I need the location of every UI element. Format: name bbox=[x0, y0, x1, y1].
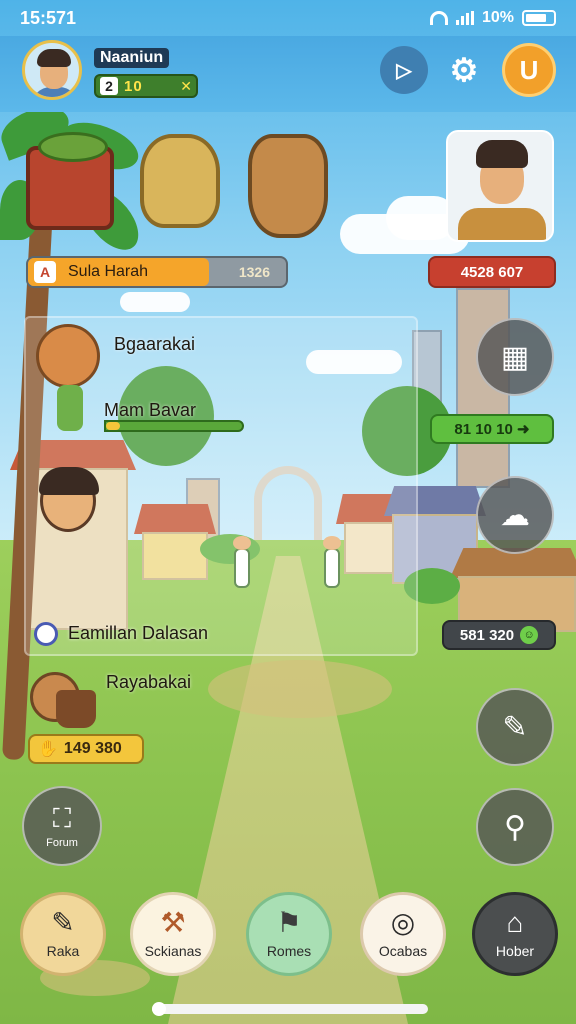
play-button[interactable]: ▷ bbox=[380, 46, 428, 94]
fox-character-icon[interactable] bbox=[36, 324, 100, 431]
home-indicator[interactable] bbox=[152, 1004, 428, 1014]
search-icon: ⚲ bbox=[504, 810, 526, 844]
profile-label: U bbox=[519, 54, 539, 85]
dark-resource-value: 581 320 bbox=[459, 626, 515, 644]
quest-label-bgaarakai: Bgaarakai bbox=[114, 334, 196, 354]
building-icon: ▦ bbox=[500, 340, 530, 374]
grain-sack-icon[interactable] bbox=[140, 134, 220, 228]
nav-hober[interactable]: ⌂ Hober bbox=[472, 892, 558, 976]
home-icon: ⌂ bbox=[506, 907, 524, 938]
level-pill: 2 10 ✕ bbox=[94, 74, 198, 98]
gold-value: 149 380 bbox=[63, 740, 122, 757]
cloud bbox=[120, 292, 190, 312]
chest-icon[interactable] bbox=[26, 132, 114, 230]
dark-resource-pill[interactable]: 581 320 ☺ bbox=[442, 620, 556, 650]
forum-button[interactable]: ⛶ Forum bbox=[22, 786, 102, 866]
status-time: 15:571 bbox=[20, 7, 77, 28]
red-currency-value: 4528 607 bbox=[460, 263, 524, 281]
forum-caption: Forum bbox=[46, 837, 78, 849]
footprint-button[interactable]: ✎ bbox=[476, 688, 554, 766]
nav-raka-label: Raka bbox=[46, 943, 80, 959]
nav-hober-label: Hober bbox=[495, 943, 535, 959]
settings-button[interactable]: ⚙ bbox=[440, 46, 488, 94]
nav-raka[interactable]: ✎ Raka bbox=[20, 892, 106, 976]
play-icon: ▷ bbox=[396, 59, 412, 82]
farm-progress-bar[interactable]: A Sula Harah 1326 bbox=[26, 256, 288, 288]
nav-ocabas-label: Ocabas bbox=[378, 943, 428, 959]
footprint-icon: ✎ bbox=[502, 710, 528, 744]
search-button[interactable]: ⚲ bbox=[476, 788, 554, 866]
status-icons: 10% bbox=[429, 9, 556, 27]
nav-sckianas-label: Sckianas bbox=[144, 943, 202, 959]
cloud-map-button[interactable]: ☁ bbox=[476, 476, 554, 554]
map-icon: ⛶ bbox=[52, 803, 72, 833]
bag-icon: ✋ bbox=[38, 741, 58, 758]
level-value: 10 bbox=[124, 77, 143, 95]
top-header: Naaniun 2 10 ✕ ▷ ⚙ U bbox=[0, 36, 576, 112]
mam-progress-bar bbox=[104, 420, 244, 432]
nav-ocabas[interactable]: ◎ Ocabas bbox=[360, 892, 446, 976]
green-resource-pill[interactable]: 81 10 10 ➜ bbox=[430, 414, 554, 444]
quest-label-eamillan: Eamillan Dalasan bbox=[68, 623, 209, 643]
player-avatar[interactable] bbox=[22, 40, 82, 100]
smile-icon: ☺ bbox=[520, 626, 539, 644]
farm-icon: A bbox=[34, 261, 56, 283]
jug-icon[interactable] bbox=[248, 134, 328, 238]
battery-icon bbox=[522, 10, 556, 26]
mam-progress-fill bbox=[106, 422, 120, 430]
level-number: 2 bbox=[100, 77, 118, 95]
quest-label-mam: Mam Bavar bbox=[104, 400, 197, 420]
battery-percent: 10% bbox=[481, 9, 514, 26]
building-button[interactable]: ▦ bbox=[476, 318, 554, 396]
arrow-right-icon: ➜ bbox=[512, 421, 530, 438]
signal-icon bbox=[455, 11, 474, 25]
wifi-icon bbox=[429, 11, 448, 25]
farm-value: 1326 bbox=[238, 264, 270, 280]
tools-icon: ⚒ bbox=[160, 907, 186, 938]
nav-romes[interactable]: ⚑ Romes bbox=[246, 892, 332, 976]
nav-sckianas[interactable]: ⚒ Sckianas bbox=[130, 892, 216, 976]
npc-portrait[interactable] bbox=[446, 130, 554, 242]
nav-romes-label: Romes bbox=[266, 943, 312, 959]
home-indicator-dot bbox=[152, 1002, 166, 1016]
quest-label-raya: Rayabakai bbox=[106, 672, 192, 692]
player-name: Naaniun bbox=[94, 48, 170, 68]
dirt-patch bbox=[208, 660, 392, 718]
target-icon: ◎ bbox=[390, 907, 416, 938]
flag-icon: ⚑ bbox=[276, 907, 302, 938]
status-bar: 15:571 10% bbox=[0, 0, 576, 36]
red-currency-badge[interactable]: 4528 607 bbox=[428, 256, 556, 288]
pot-icon bbox=[56, 690, 96, 728]
green-resource-value: 81 10 10 bbox=[454, 420, 513, 438]
farm-label: Sula Harah bbox=[68, 263, 149, 280]
edit-icon: ✎ bbox=[51, 907, 75, 938]
close-icon: ✕ bbox=[180, 77, 192, 94]
girl-character-icon[interactable] bbox=[39, 467, 99, 532]
profile-button[interactable]: U bbox=[502, 43, 556, 97]
gold-counter[interactable]: ✋ 149 380 bbox=[28, 734, 144, 764]
info-icon bbox=[34, 622, 58, 646]
gear-icon: ⚙ bbox=[449, 52, 479, 88]
cloud-icon: ☁ bbox=[500, 498, 530, 532]
